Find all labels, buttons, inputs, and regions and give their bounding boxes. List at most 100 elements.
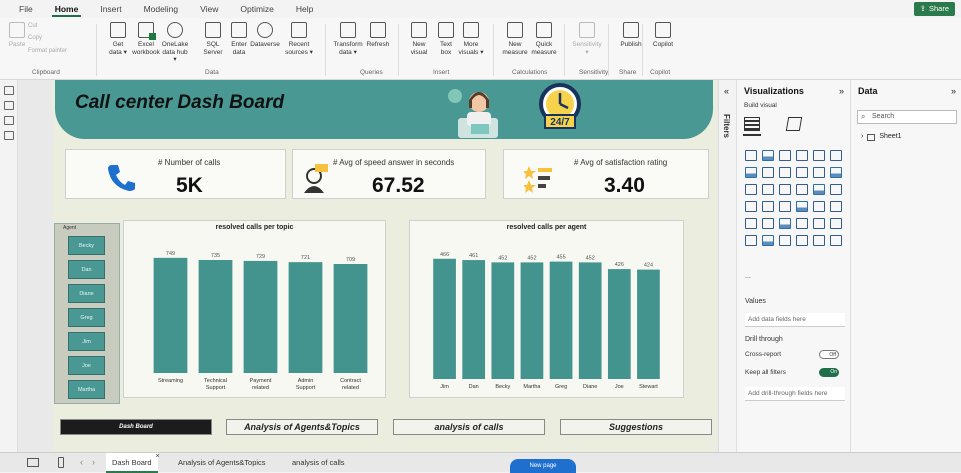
bar-contract-related[interactable] — [333, 263, 368, 373]
visual-type-icon[interactable] — [745, 218, 757, 229]
visual-type-icon[interactable] — [796, 167, 808, 178]
bar-greg[interactable] — [549, 261, 573, 379]
visual-type-icon[interactable] — [762, 201, 774, 212]
nav-dash-board-button[interactable]: Dash Board — [60, 419, 212, 435]
nav-analysis-calls-button[interactable]: analysis of calls — [393, 419, 545, 435]
visual-type-icon[interactable] — [779, 235, 791, 246]
bar-admin-support[interactable] — [288, 262, 323, 373]
visual-type-icon[interactable] — [813, 201, 825, 212]
model-view-icon[interactable] — [3, 116, 14, 125]
expand-chevron-icon[interactable]: » — [951, 86, 956, 96]
page-tab-analysis-calls[interactable]: analysis of calls — [286, 453, 351, 473]
data-search-input[interactable]: ⌕ Search — [857, 110, 957, 124]
visual-type-icon[interactable] — [796, 201, 808, 212]
recent-sources-button[interactable]: Recent sources ▾ — [284, 22, 314, 56]
visual-type-icon[interactable] — [745, 150, 757, 161]
visual-type-icon[interactable] — [762, 150, 774, 161]
excel-workbook-button[interactable]: Excel workbook — [131, 22, 161, 56]
menu-tab-optimize[interactable]: Optimize — [229, 0, 285, 18]
visual-type-icon[interactable] — [779, 218, 791, 229]
visual-type-icon[interactable] — [745, 184, 757, 195]
chart-resolved-per-topic[interactable]: 749 Streaming 735 Technical Support 729 Paymen… — [123, 220, 386, 398]
more-visuals-button[interactable]: More visuals ▾ — [456, 22, 486, 56]
menu-tab-help[interactable]: Help — [285, 0, 324, 18]
cross-report-toggle[interactable]: Off — [819, 350, 839, 359]
format-visual-tab-icon[interactable] — [785, 117, 803, 131]
slicer-item-joe[interactable]: Joe — [68, 356, 105, 375]
visual-type-icon[interactable] — [745, 167, 757, 178]
sensitivity-button[interactable]: Sensitivity ▾ — [572, 22, 602, 56]
small-item-format-painter[interactable]: Format painter — [28, 48, 67, 54]
visual-type-icon[interactable] — [779, 184, 791, 195]
slicer-item-martha[interactable]: Martha — [68, 380, 105, 399]
dataverse-button[interactable]: Dataverse — [250, 22, 280, 49]
transform-data-button[interactable]: Transform data ▾ — [333, 22, 363, 56]
copilot-button[interactable]: Copilot — [648, 22, 678, 49]
build-visual-tab-icon[interactable] — [744, 117, 760, 131]
slicer-item-greg[interactable]: Greg — [68, 308, 105, 327]
table-item-sheet1[interactable]: › Sheet1 — [861, 133, 902, 141]
keep-filters-toggle[interactable]: On — [819, 368, 839, 377]
bar-diane[interactable] — [578, 262, 602, 379]
visual-type-icon[interactable] — [796, 218, 808, 229]
bar-joe[interactable] — [607, 269, 631, 379]
visual-type-icon[interactable] — [830, 184, 842, 195]
new-page-button[interactable]: New page — [510, 459, 576, 473]
nav-suggestions-button[interactable]: Suggestions — [560, 419, 712, 435]
visual-type-icon[interactable] — [813, 150, 825, 161]
menu-tab-insert[interactable]: Insert — [89, 0, 132, 18]
slicer-item-dan[interactable]: Dan — [68, 260, 105, 279]
slicer-item-jim[interactable]: Jim — [68, 332, 105, 351]
bar-streaming[interactable] — [153, 257, 188, 373]
page-prev-icon[interactable]: ‹ — [80, 457, 83, 467]
dax-query-view-icon[interactable] — [3, 131, 14, 140]
menu-tab-home[interactable]: Home — [44, 0, 90, 18]
nav-analysis-agents-topics-button[interactable]: Analysis of Agents&Topics — [226, 419, 378, 435]
bar-technical-support[interactable] — [198, 259, 233, 373]
bar-becky[interactable] — [491, 262, 515, 379]
bar-martha[interactable] — [520, 262, 544, 379]
page-next-icon[interactable]: › — [92, 457, 95, 467]
visual-type-icon[interactable] — [762, 218, 774, 229]
visual-type-icon[interactable] — [745, 235, 757, 246]
onelake-data-hub-button[interactable]: OneLake data hub ▾ — [160, 22, 190, 64]
visual-type-icon[interactable] — [762, 235, 774, 246]
visual-type-icon[interactable] — [830, 235, 842, 246]
visual-type-icon[interactable] — [796, 184, 808, 195]
slicer-item-becky[interactable]: Becky — [68, 236, 105, 255]
visual-type-icon[interactable] — [813, 235, 825, 246]
refresh-button[interactable]: Refresh — [363, 22, 393, 49]
share-button[interactable]: ⇪ Share — [913, 2, 955, 16]
visual-type-icon[interactable] — [830, 218, 842, 229]
visual-type-icon[interactable] — [796, 235, 808, 246]
expand-chevron-icon[interactable]: » — [839, 86, 844, 96]
menu-tab-modeling[interactable]: Modeling — [133, 0, 190, 18]
menu-tab-file[interactable]: File — [8, 0, 44, 18]
bar-payment-related[interactable] — [243, 260, 278, 373]
get-data-button[interactable]: Get data ▾ — [103, 22, 133, 56]
bar-jim[interactable] — [433, 258, 456, 379]
chart-resolved-per-agent[interactable]: 466 Jim 461 Dan 452 Becky 452 Martha 455 Greg 452 D… — [409, 220, 684, 398]
collapse-chevron-icon[interactable]: « — [724, 86, 729, 96]
new-measure-button[interactable]: New measure — [500, 22, 530, 56]
new-visual-button[interactable]: New visual — [404, 22, 434, 56]
visual-type-icon[interactable] — [779, 150, 791, 161]
visual-type-icon[interactable] — [830, 150, 842, 161]
small-item-cut[interactable]: Cut — [28, 23, 37, 29]
kpi-avg-speed-answer[interactable]: # Avg of speed answer in seconds 67.52 — [292, 149, 486, 199]
visual-type-icon[interactable] — [830, 201, 842, 212]
visual-type-icon[interactable] — [813, 218, 825, 229]
visual-type-icon[interactable] — [813, 184, 825, 195]
visual-type-icon[interactable] — [830, 167, 842, 178]
drill-through-drop-field[interactable]: Add drill-through fields here — [745, 387, 845, 401]
kpi-avg-satisfaction[interactable]: # Avg of satisfaction rating 3.40 — [503, 149, 709, 199]
visual-type-icon[interactable] — [745, 201, 757, 212]
bar-dan[interactable] — [462, 260, 486, 379]
table-view-icon[interactable] — [3, 101, 14, 110]
visual-type-icon[interactable] — [779, 167, 791, 178]
slicer-item-diane[interactable]: Diane — [68, 284, 105, 303]
close-icon[interactable]: × — [156, 447, 160, 467]
desktop-view-icon[interactable] — [27, 458, 39, 467]
visual-type-icon[interactable] — [813, 167, 825, 178]
report-view-icon[interactable] — [3, 86, 14, 95]
